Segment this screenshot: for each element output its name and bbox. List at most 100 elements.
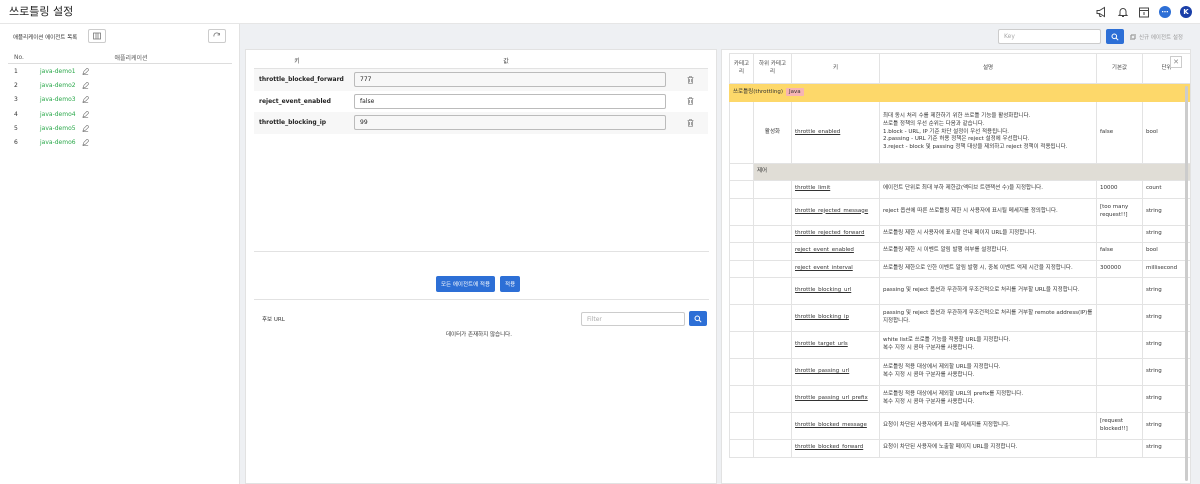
setting-default: [too many request!!] [1096,197,1143,226]
setting-key[interactable]: throttle_passing_url_prefix [791,385,880,413]
agent-row[interactable]: 4 java-demo4 [8,107,232,121]
setting-description: 쓰로틀링 적용 대상에서 제외할 URL의 prefix를 지정합니다. 복수 … [879,385,1097,413]
close-button[interactable]: ✕ [1170,56,1182,68]
activation-row: 활성화 throttle_enabled 최대 동시 처리 수를 제한하기 위한… [729,101,1190,164]
edit-icon[interactable] [81,124,89,132]
new-agent-settings-label: 신규 에이전트 설정 [1139,35,1183,41]
value-key: reject_event_enabled [259,97,331,105]
delete-button[interactable] [672,75,708,84]
agent-name[interactable]: java-demo6 [40,139,76,146]
chat-icon[interactable]: ⋯ [1159,6,1171,18]
bell-icon[interactable] [1117,6,1129,18]
new-agent-settings-link[interactable]: 신규 에이전트 설정 [1130,33,1183,41]
agent-name[interactable]: java-demo2 [40,82,76,89]
agent-row[interactable]: 5 java-demo5 [8,121,232,135]
setting-key[interactable]: reject_event_enabled [791,242,880,261]
agent-name[interactable]: java-demo4 [40,111,76,118]
value-table-header: 키 값 [254,53,708,69]
setting-key[interactable]: throttle_rejected_message [791,197,880,226]
column-toggle-button[interactable] [88,29,106,43]
close-icon: ✕ [1173,58,1179,66]
agent-no: 1 [14,67,18,75]
setting-description: passing 및 reject 옵션과 무관하게 무조건적으로 처리를 거부할… [879,304,1097,332]
setting-unit: count [1142,180,1190,199]
filter-input[interactable]: Filter [581,312,685,326]
setting-default [1096,331,1143,359]
agent-name[interactable]: java-demo3 [40,96,76,103]
agent-row[interactable]: 2 java-demo2 [8,78,232,92]
setting-key[interactable]: throttle_blocked_message [791,412,880,440]
filter-search-button[interactable] [689,311,707,326]
setting-key[interactable]: throttle_target_urls [791,331,880,359]
setting-row: throttle_blocking_ip passing 및 reject 옵션… [729,304,1190,332]
apply-button[interactable]: 적용 [500,276,521,292]
setting-row: throttle_blocked_message 요청이 차단된 사용자에게 표… [729,412,1190,440]
setting-default: [request blocked!!] [1096,412,1143,440]
setting-row: throttle_target_urls white list로 쓰로틀 기능을… [729,331,1190,359]
agent-row[interactable]: 6 java-demo6 [8,135,232,149]
value-input[interactable]: 99 [354,115,666,131]
agent-no: 3 [14,96,18,104]
col-app: 애플리케이션 [114,55,148,62]
value-input[interactable]: false [354,93,666,109]
key-search-button[interactable] [1106,29,1124,44]
edit-icon[interactable] [81,139,89,147]
apply-all-agents-button[interactable]: 모든 에이전트에 적용 [436,276,496,292]
key-search-input[interactable]: Key [998,29,1101,44]
page-title: 쓰로틀링 설정 [9,5,74,18]
setting-key[interactable]: throttle_limit [791,180,880,199]
setting-unit: string [1142,277,1190,305]
agent-no: 5 [14,124,18,132]
value-input[interactable]: 777 [354,72,666,88]
value-key: throttle_blocking_ip [259,119,327,127]
vertical-scrollbar[interactable] [1185,86,1188,481]
agent-name[interactable]: java-demo5 [40,125,76,132]
agent-row[interactable]: 3 java-demo3 [8,93,232,107]
calendar-icon[interactable] [1138,6,1150,18]
setting-key[interactable]: throttle_enabled [791,101,880,164]
setting-unit: string [1142,385,1190,413]
top-header: 쓰로틀링 설정 ⋯ K [0,0,1200,24]
value-key: throttle_blocked_forward [259,76,344,84]
setting-row: throttle_rejected_message reject 옵션에 따른 … [729,197,1190,226]
setting-description: 쓰로틀링 제한 시 사용자에 표시할 안내 페이지 URL을 지정합니다. [879,224,1097,243]
header-actions: ⋯ K [1096,6,1192,18]
setting-unit: millisecond [1142,259,1190,278]
setting-description: 쓰로틀링 제한으로 인한 이벤트 알림 발행 시, 중복 이벤트 억제 시간을 … [879,259,1097,278]
delete-button[interactable] [672,97,708,106]
col-no: No. [14,54,24,61]
edit-icon[interactable] [81,67,89,75]
value-row: throttle_blocking_ip 99 [254,112,708,134]
setting-default [1096,277,1143,305]
edit-icon[interactable] [81,81,89,89]
refresh-button[interactable] [208,29,226,43]
setting-row: throttle_blocking_url passing 및 reject 옵… [729,277,1190,305]
setting-key[interactable]: throttle_passing_url [791,358,880,386]
delete-button[interactable] [672,118,708,127]
setting-unit: string [1142,358,1190,386]
setting-unit: string [1142,197,1190,226]
col-default: 기본값 [1096,53,1143,84]
setting-description: passing 및 reject 옵션과 무관하게 무조건적으로 처리를 거부할… [879,277,1097,305]
agent-name[interactable]: java-demo1 [40,68,76,75]
setting-description: 최대 동시 처리 수를 제한하기 위한 쓰로틀 기능을 활성화합니다. 쓰로틀 … [879,101,1097,164]
setting-key[interactable]: throttle_rejected_forward [791,224,880,243]
edit-icon[interactable] [81,96,89,104]
candidate-url-label: 후보 URL [262,317,285,323]
edit-icon[interactable] [81,110,89,118]
setting-row: throttle_passing_url_prefix 쓰로틀링 적용 대상에서… [729,385,1190,413]
agent-row[interactable]: 1 java-demo1 [8,64,232,78]
columns-icon [93,32,101,40]
setting-key[interactable]: throttle_blocking_url [791,277,880,305]
setting-unit: bool [1142,101,1190,164]
megaphone-icon[interactable] [1096,6,1108,18]
setting-key[interactable]: throttle_blocked_forward [791,439,880,458]
agent-list-panel: 애플리케이션 에이전트 목록 No. 애플리케이션 1 java-demo1 2… [0,24,240,484]
setting-key[interactable]: throttle_blocking_ip [791,304,880,332]
content-area: 애플리케이션 에이전트 목록 No. 애플리케이션 1 java-demo1 2… [0,24,1200,484]
setting-description: white list로 쓰로틀 기능을 적용할 URL을 지정합니다. 복수 지… [879,331,1097,359]
user-avatar[interactable]: K [1180,6,1192,18]
setting-key[interactable]: reject_event_interval [791,259,880,278]
no-data-message: 데이터가 존재하지 않습니다. [446,332,512,338]
setting-description: 요청이 차단된 사용자에 노출할 페이지 URL을 지정합니다. [879,439,1097,458]
